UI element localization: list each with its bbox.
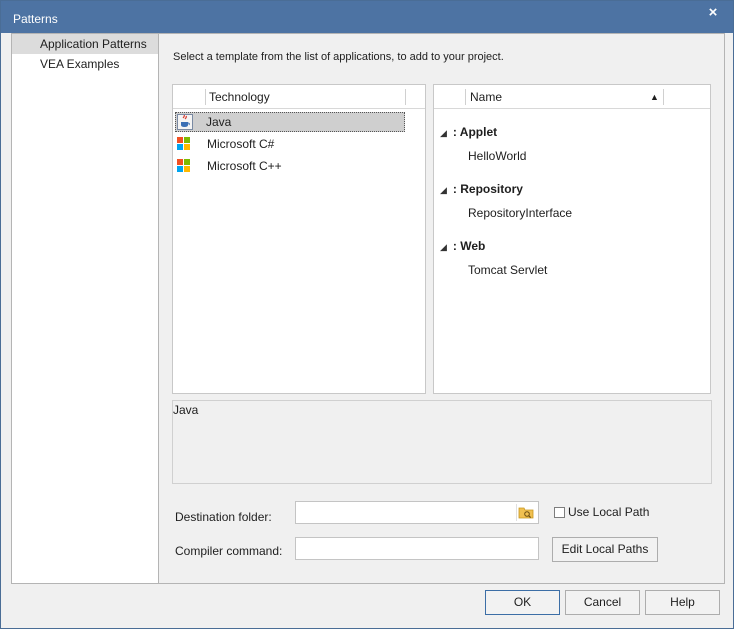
compiler-command-input[interactable] [295, 537, 539, 560]
use-local-path-checkbox[interactable] [554, 507, 565, 518]
java-icon [177, 114, 193, 130]
browse-folder-icon[interactable] [516, 504, 536, 521]
group-name: : Applet [452, 125, 498, 139]
patterns-dialog: Patterns × Application Patterns VEA Exam… [0, 0, 734, 629]
main-panel: Select a template from the list of appli… [159, 33, 725, 584]
collapse-triangle-icon[interactable]: ◢ [440, 242, 447, 253]
dialog-title: Patterns [13, 12, 58, 26]
group-header-web[interactable]: ◢ : Web [440, 239, 485, 253]
use-local-path-label[interactable]: Use Local Path [568, 505, 649, 519]
column-separator[interactable] [205, 89, 206, 105]
column-header-technology[interactable]: Technology [209, 85, 270, 109]
ok-button[interactable]: OK [485, 590, 560, 615]
collapse-triangle-icon[interactable]: ◢ [440, 128, 447, 139]
column-separator[interactable] [465, 89, 466, 105]
windows-logo-icon [177, 159, 191, 173]
list-item-microsoft-cpp[interactable]: Microsoft C++ [175, 156, 405, 176]
pattern-list[interactable]: Name ▲ ◢ : Applet HelloWorld ◢ : Repositor… [433, 84, 711, 394]
destination-folder-label: Destination folder: [175, 510, 272, 524]
destination-folder-input[interactable] [295, 501, 539, 524]
list-item-helloworld[interactable]: HelloWorld [468, 149, 526, 163]
help-button[interactable]: Help [645, 590, 720, 615]
cancel-button[interactable]: Cancel [565, 590, 640, 615]
group-header-applet[interactable]: ◢ : Applet [440, 125, 497, 139]
description-text: Java [173, 403, 199, 417]
edit-local-paths-button[interactable]: Edit Local Paths [552, 537, 658, 562]
list-item-microsoft-csharp[interactable]: Microsoft C# [175, 134, 405, 154]
compiler-command-label: Compiler command: [175, 544, 283, 558]
group-name: : Repository [452, 182, 523, 196]
sidebar-item-vea-examples[interactable]: VEA Examples [12, 54, 158, 74]
technology-list-header: Technology [173, 85, 425, 109]
sidebar: Application Patterns VEA Examples [11, 33, 159, 584]
windows-logo-icon [177, 137, 191, 151]
column-separator[interactable] [663, 89, 664, 105]
list-item-label: Java [206, 115, 232, 129]
column-header-name[interactable]: Name [470, 85, 502, 109]
pattern-list-header: Name ▲ [434, 85, 710, 109]
column-separator[interactable] [405, 89, 406, 105]
group-name: : Web [452, 239, 486, 253]
title-bar[interactable]: Patterns × [1, 1, 733, 33]
list-item-repositoryinterface[interactable]: RepositoryInterface [468, 206, 572, 220]
list-item-tomcat-servlet[interactable]: Tomcat Servlet [468, 263, 547, 277]
list-item-label: Microsoft C# [207, 137, 275, 151]
sort-ascending-icon[interactable]: ▲ [650, 92, 659, 102]
description-box: Java [172, 400, 712, 484]
list-item-label: Microsoft C++ [207, 159, 282, 173]
collapse-triangle-icon[interactable]: ◢ [440, 185, 447, 196]
list-item-java[interactable]: Java [175, 112, 405, 132]
close-icon[interactable]: × [701, 3, 725, 25]
technology-list[interactable]: Technology Java Microsoft C# Microsoft C… [172, 84, 426, 394]
group-header-repository[interactable]: ◢ : Repository [440, 182, 523, 196]
sidebar-item-application-patterns[interactable]: Application Patterns [12, 34, 158, 54]
instruction-text: Select a template from the list of appli… [173, 51, 504, 63]
